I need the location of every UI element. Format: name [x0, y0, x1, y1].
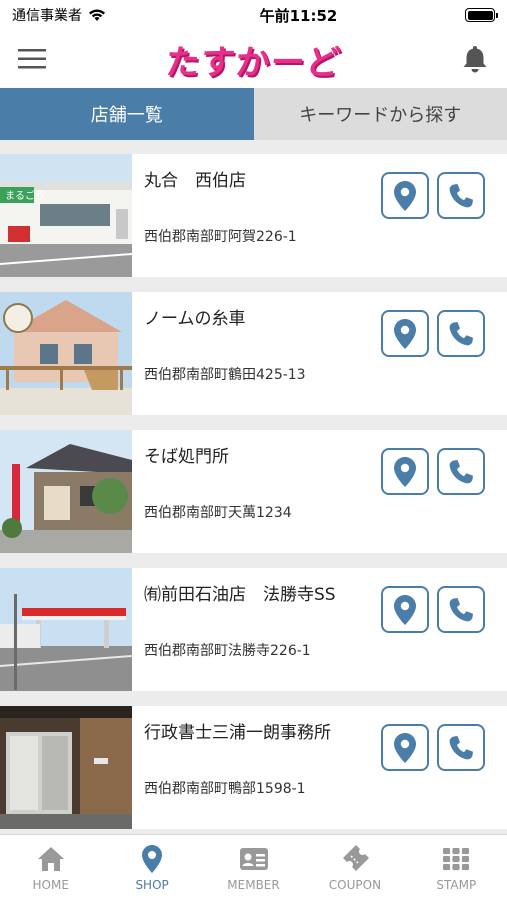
- map-pin-icon: [142, 844, 163, 873]
- list-item[interactable]: 行政書士三浦一朗事務所 西伯郡南部町鴨部1598-1: [0, 706, 507, 829]
- phone-icon: [449, 321, 473, 345]
- shop-list: まるごう 丸合 西伯店 西伯郡南部町阿賀226-1 ノームの糸車 西伯郡南部町鶴…: [0, 154, 507, 844]
- nav-coupon[interactable]: COUPON: [304, 835, 405, 900]
- map-pin-icon: [394, 318, 416, 349]
- nav-member[interactable]: MEMBER: [203, 835, 304, 900]
- bottom-nav: HOME SHOP MEMBER COUPON STAMP: [0, 834, 507, 900]
- phone-icon: [449, 183, 473, 207]
- shop-address: 西伯郡南部町法勝寺226-1: [144, 643, 311, 659]
- phone-icon: [449, 735, 473, 759]
- call-button[interactable]: [437, 724, 485, 771]
- map-button[interactable]: [381, 724, 429, 771]
- shop-photo: [0, 292, 132, 415]
- tab-shop-list[interactable]: 店舗一覧: [0, 88, 254, 140]
- map-button[interactable]: [381, 586, 429, 633]
- shop-photo: [0, 568, 132, 691]
- map-button[interactable]: [381, 310, 429, 357]
- nav-stamp[interactable]: STAMP: [406, 835, 507, 900]
- nav-label: HOME: [32, 877, 69, 892]
- shop-photo: [0, 430, 132, 553]
- carrier-label: 通信事業者: [12, 8, 82, 24]
- wifi-icon: [89, 9, 105, 21]
- nav-label: STAMP: [436, 877, 477, 892]
- map-pin-icon: [394, 732, 416, 763]
- map-pin-icon: [394, 456, 416, 487]
- map-button[interactable]: [381, 448, 429, 495]
- shop-address: 西伯郡南部町鴨部1598-1: [144, 781, 306, 797]
- clock: 午前11:52: [259, 6, 338, 25]
- shop-address: 西伯郡南部町阿賀226-1: [144, 229, 297, 245]
- app-logo: たすかーど: [163, 42, 343, 83]
- tab-bar: 店舗一覧 キーワードから探す: [0, 88, 507, 140]
- app-screen: 通信事業者 午前11:52 たすかーど 店舗一覧 キーワードから探す まるごう …: [0, 0, 507, 900]
- phone-icon: [449, 597, 473, 621]
- hamburger-menu-icon[interactable]: [18, 48, 46, 70]
- list-item[interactable]: そば処門所 西伯郡南部町天萬1234: [0, 430, 507, 553]
- bell-icon[interactable]: [461, 44, 489, 74]
- map-pin-icon: [394, 594, 416, 625]
- shop-address: 西伯郡南部町天萬1234: [144, 505, 292, 521]
- call-button[interactable]: [437, 448, 485, 495]
- map-button[interactable]: [381, 172, 429, 219]
- shop-address: 西伯郡南部町鶴田425-13: [144, 367, 306, 383]
- nav-home[interactable]: HOME: [0, 835, 101, 900]
- shop-photo: [0, 706, 132, 829]
- status-bar: 通信事業者 午前11:52: [0, 0, 507, 30]
- call-button[interactable]: [437, 586, 485, 633]
- battery-icon: [465, 8, 498, 22]
- ticket-icon: [342, 844, 369, 871]
- list-item[interactable]: ㈲前田石油店 法勝寺SS 西伯郡南部町法勝寺226-1: [0, 568, 507, 691]
- list-item[interactable]: まるごう 丸合 西伯店 西伯郡南部町阿賀226-1: [0, 154, 507, 277]
- phone-icon: [449, 459, 473, 483]
- nav-shop[interactable]: SHOP: [101, 835, 202, 900]
- home-icon: [37, 846, 64, 871]
- svg-text:まるごう: まるごう: [5, 189, 45, 202]
- app-header: たすかーど: [0, 30, 507, 88]
- call-button[interactable]: [437, 310, 485, 357]
- tab-keyword-search[interactable]: キーワードから探す: [253, 88, 507, 140]
- list-item[interactable]: ノームの糸車 西伯郡南部町鶴田425-13: [0, 292, 507, 415]
- nav-label: MEMBER: [227, 877, 280, 892]
- member-card-icon: [239, 847, 268, 870]
- shop-photo: まるごう: [0, 154, 132, 277]
- map-pin-icon: [394, 180, 416, 211]
- call-button[interactable]: [437, 172, 485, 219]
- nav-label: SHOP: [135, 877, 169, 892]
- nav-label: COUPON: [328, 877, 382, 892]
- grid-icon: [443, 847, 470, 870]
